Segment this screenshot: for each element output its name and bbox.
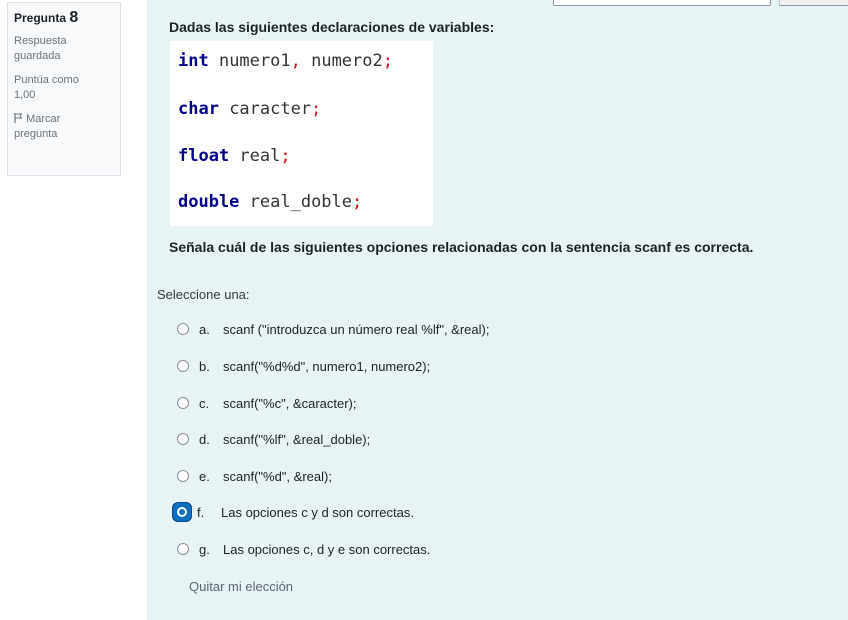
grade-line-2: 1,00 (14, 89, 36, 101)
option-text: scanf ("introduzca un número real %lf", … (223, 321, 490, 337)
code-comma: , (290, 51, 301, 71)
question-grade: Puntúa como 1,00 (14, 73, 114, 103)
code-image: int numero1, numero2; char caracter; flo… (170, 41, 433, 226)
radio-button[interactable] (177, 543, 189, 555)
code-line-1: int numero1, numero2; (178, 51, 393, 71)
option-text: scanf("%d", &real); (223, 468, 332, 484)
code-semicolon: ; (311, 99, 322, 119)
code-keyword: float (178, 146, 230, 166)
answer-option-d[interactable]: d. scanf("%lf", &real_doble); (177, 429, 370, 449)
question-label: Pregunta (14, 11, 67, 25)
option-text: scanf("%c", &caracter); (223, 395, 357, 411)
option-letter: d. (199, 431, 210, 447)
answer-option-a[interactable]: a. scanf ("introduzca un número real %lf… (177, 319, 489, 339)
top-input-field[interactable] (553, 0, 771, 6)
answer-option-b[interactable]: b. scanf("%d%d", numero1, numero2); (177, 356, 430, 376)
clear-choice-link[interactable]: Quitar mi elección (189, 579, 293, 594)
question-content-panel: Dadas las siguientes declaraciones de va… (147, 0, 848, 620)
question-status: Respuesta guardada (14, 34, 114, 64)
code-semicolon: ; (280, 146, 291, 166)
code-text: real_doble (239, 192, 353, 212)
radio-button[interactable] (177, 360, 189, 372)
status-line-2: guardada (14, 50, 61, 62)
code-line-4: double real_doble; (178, 192, 362, 212)
answer-option-e[interactable]: e. scanf("%d", &real); (177, 466, 332, 486)
flag-label-1: Marcar (26, 113, 61, 125)
answer-option-c[interactable]: c. scanf("%c", &caracter); (177, 393, 357, 413)
question-number: 8 (69, 9, 79, 26)
question-number-heading: Pregunta 8 (14, 9, 114, 27)
answer-option-g[interactable]: g. Las opciones c, d y e son correctas. (177, 539, 430, 559)
radio-button[interactable] (177, 470, 189, 482)
top-button[interactable] (779, 0, 848, 6)
code-keyword: char (178, 99, 219, 119)
code-keyword: int (178, 51, 209, 71)
flag-question-link[interactable]: Marcar pregunta (14, 112, 114, 142)
code-line-3: float real; (178, 146, 291, 166)
code-semicolon: ; (352, 192, 363, 212)
code-keyword: double (178, 192, 240, 212)
select-one-label: Seleccione una: (157, 287, 250, 302)
status-line-1: Respuesta (14, 35, 67, 47)
code-text: numero1 (208, 51, 291, 71)
question-intro: Dadas las siguientes declaraciones de va… (169, 19, 495, 35)
option-text: Las opciones c, d y e son correctas. (223, 541, 431, 557)
option-text: scanf("%d%d", numero1, numero2); (223, 358, 431, 374)
option-text: scanf("%lf", &real_doble); (223, 431, 371, 447)
radio-button-selected[interactable] (173, 503, 191, 521)
grade-line-1: Puntúa como (14, 74, 79, 86)
code-line-2: char caracter; (178, 99, 321, 119)
question-info-panel: Pregunta 8 Respuesta guardada Puntúa com… (7, 2, 121, 176)
code-text: caracter (218, 99, 312, 119)
radio-button[interactable] (177, 433, 189, 445)
answer-option-f[interactable]: f. Las opciones c y d son correctas. (173, 502, 414, 522)
code-semicolon: ; (382, 51, 393, 71)
option-letter: c. (199, 395, 210, 411)
option-text: Las opciones c y d son correctas. (221, 504, 414, 520)
option-letter: e. (199, 468, 210, 484)
flag-label-2: pregunta (14, 128, 58, 140)
radio-button[interactable] (177, 323, 189, 335)
code-text: numero2 (300, 51, 383, 71)
option-letter: f. (197, 504, 205, 520)
code-text: real (229, 146, 281, 166)
radio-button[interactable] (177, 397, 189, 409)
flag-icon (14, 113, 26, 125)
option-letter: g. (199, 541, 210, 557)
option-letter: b. (199, 358, 210, 374)
question-prompt: Señala cuál de las siguientes opciones r… (169, 239, 754, 255)
option-letter: a. (199, 321, 210, 337)
